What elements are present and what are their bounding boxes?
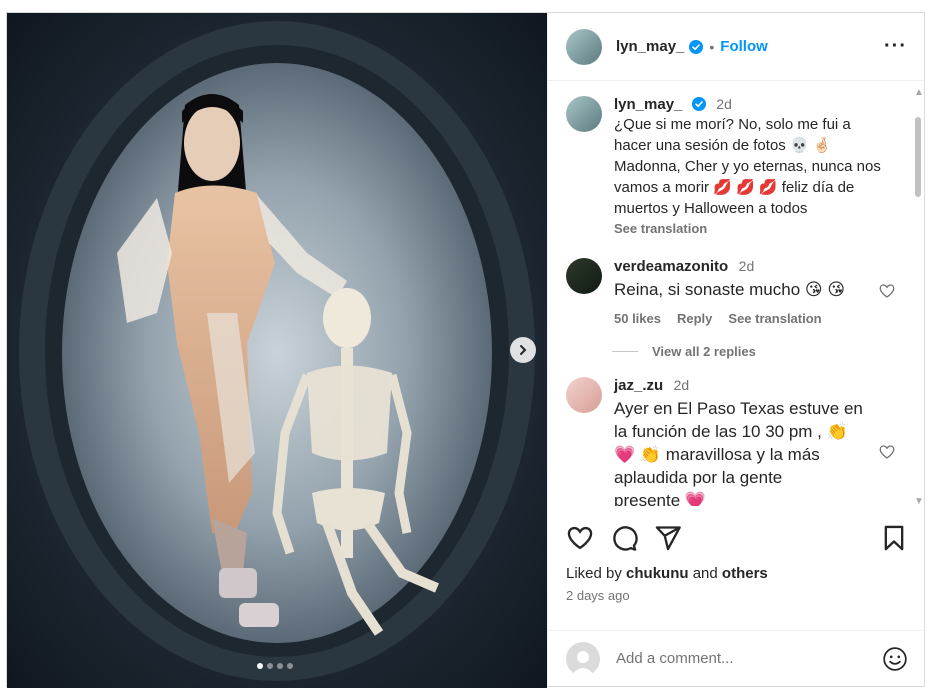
comment-line: aplaudida por la gente <box>614 468 783 487</box>
default-user-icon <box>571 650 595 676</box>
liked-by-text: Liked by chukunu and others <box>566 565 768 582</box>
like-comment-heart-icon[interactable] <box>878 443 896 461</box>
see-translation-link[interactable]: See translation <box>728 311 821 326</box>
caption-line: Madonna, Cher y yo eternas, nunca nos <box>614 158 881 175</box>
scrollbar-thumb[interactable] <box>915 117 921 197</box>
comment-time[interactable]: 2d <box>739 258 755 274</box>
verified-badge-icon <box>689 39 704 54</box>
liked-by-and: and <box>688 565 722 582</box>
next-slide-button[interactable] <box>510 337 536 363</box>
view-replies-label: View all 2 replies <box>652 344 756 359</box>
carousel-dot <box>257 663 263 669</box>
post-action-bar <box>548 518 926 558</box>
caption-line: ¿Que si me morí? No, solo me fui a <box>614 116 851 133</box>
caption-line: vamos a morir 💋 💋 💋 feliz día de <box>614 179 855 196</box>
caption-line: hacer una sesión de fotos 💀 🤞🏻 <box>614 137 832 154</box>
comment-item: jaz_.zu 2d Ayer en El Paso Texas estuve … <box>566 377 898 506</box>
author-avatar[interactable] <box>566 28 602 65</box>
liked-by-user[interactable]: chukunu <box>626 565 689 582</box>
replies-divider <box>612 351 638 352</box>
author-username[interactable]: lyn_may_ <box>616 38 684 55</box>
save-bookmark-icon[interactable] <box>880 524 908 552</box>
comment-line: la función de las 10 30 pm , 👏 <box>614 422 848 441</box>
post-side-panel: lyn_may_ • Follow ··· lyn_may_ 2d ¿Que s… <box>547 13 926 686</box>
post-header: lyn_may_ • Follow ··· <box>548 13 925 81</box>
comment-line: 💗 👏 maravillosa y la más <box>614 445 820 464</box>
separator-dot: • <box>709 38 715 55</box>
comment-actions: 50 likes Reply See translation <box>614 311 898 326</box>
commenter-avatar[interactable] <box>566 258 602 294</box>
comment-line: presente 💗 <box>614 491 707 506</box>
caption-username[interactable]: lyn_may_ <box>614 96 682 113</box>
caption-line: muertos y Halloween a todos <box>614 200 808 217</box>
caption-time[interactable]: 2d <box>716 96 732 112</box>
see-translation-link[interactable]: See translation <box>614 221 898 236</box>
carousel-dot <box>287 663 293 669</box>
carousel-dot <box>267 663 273 669</box>
share-send-icon[interactable] <box>654 524 682 552</box>
liked-by-prefix: Liked by <box>566 565 627 582</box>
chevron-right-icon <box>520 345 527 355</box>
carousel-dot <box>277 663 283 669</box>
verified-badge-icon <box>691 97 706 111</box>
more-options-icon[interactable]: ··· <box>884 35 907 58</box>
comments-list[interactable]: lyn_may_ 2d ¿Que si me morí? No, solo me… <box>548 82 916 506</box>
comment-line: Ayer en El Paso Texas estuve en <box>614 399 863 418</box>
commenter-username[interactable]: jaz_.zu <box>614 377 663 394</box>
commenter-username[interactable]: verdeamazonito <box>614 258 728 275</box>
like-heart-icon[interactable] <box>566 524 594 552</box>
liked-by-others[interactable]: others <box>722 565 768 582</box>
comment-likes-count[interactable]: 50 likes <box>614 311 661 326</box>
like-comment-heart-icon[interactable] <box>878 282 896 300</box>
carousel-indicator <box>257 663 293 669</box>
add-comment-input[interactable] <box>616 650 882 667</box>
photo-illustration <box>19 21 535 681</box>
scroll-down-arrow-icon[interactable]: ▼ <box>914 496 924 507</box>
add-comment-bar <box>548 630 926 686</box>
post-timestamp[interactable]: 2 days ago <box>566 588 630 603</box>
comment-time[interactable]: 2d <box>674 377 690 393</box>
comments-scrollbar[interactable]: ▲ ▼ <box>913 87 924 507</box>
comment-item: verdeamazonito 2d Reina, si sonaste much… <box>566 258 898 326</box>
caption-avatar[interactable] <box>566 96 602 132</box>
view-replies-button[interactable]: View all 2 replies <box>612 344 898 359</box>
post-media[interactable] <box>7 13 547 688</box>
post-dialog: lyn_may_ • Follow ··· lyn_may_ 2d ¿Que s… <box>6 12 926 688</box>
caption-text: ¿Que si me morí? No, solo me fui a hacer… <box>614 114 898 219</box>
comment-text: Ayer en El Paso Texas estuve en la funci… <box>614 397 898 506</box>
follow-button[interactable]: Follow <box>720 38 768 55</box>
comment-bubble-icon[interactable] <box>610 524 638 552</box>
scroll-up-arrow-icon[interactable]: ▲ <box>914 87 924 98</box>
comment-text: Reina, si sonaste mucho 😘 😘 <box>614 280 846 299</box>
commenter-avatar[interactable] <box>566 377 602 413</box>
emoji-picker-icon[interactable] <box>882 646 908 672</box>
reply-button[interactable]: Reply <box>677 311 712 326</box>
caption: lyn_may_ 2d ¿Que si me morí? No, solo me… <box>566 96 898 236</box>
current-user-avatar <box>566 641 600 676</box>
